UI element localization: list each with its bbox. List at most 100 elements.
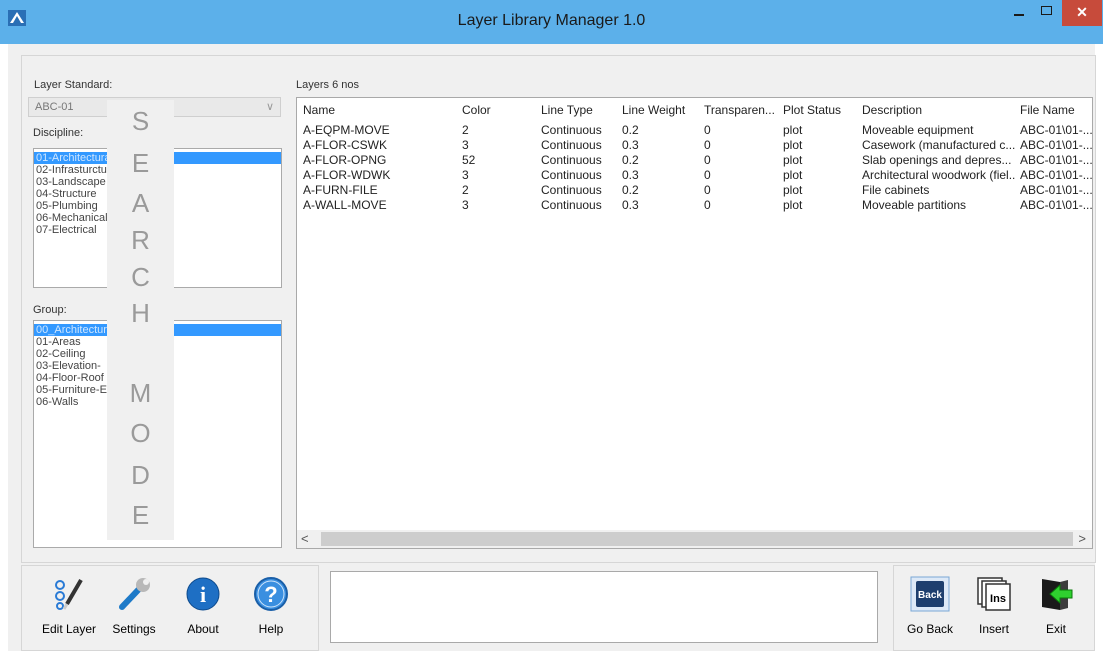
exit-button[interactable]: Exit [1030, 574, 1082, 644]
layers-table[interactable]: Name Color Line Type Line Weight Transpa… [296, 97, 1093, 549]
cell-name: A-WALL-MOVE [303, 198, 387, 212]
edit-layer-label: Edit Layer [41, 622, 97, 636]
go-back-button[interactable]: Back Go Back [904, 574, 956, 644]
scrollbar-thumb[interactable] [321, 532, 1073, 546]
column-header-transparency[interactable]: Transparen... [704, 103, 780, 117]
search-mode-letter: O [130, 418, 151, 448]
cell-name: A-FLOR-WDWK [303, 168, 391, 182]
chevron-down-icon: ∨ [265, 101, 274, 113]
maximize-button[interactable] [1034, 0, 1060, 22]
cell-line-type: Continuous [541, 138, 602, 152]
window-title: Layer Library Manager 1.0 [457, 12, 646, 29]
cell-transparency: 0 [704, 138, 711, 152]
minimize-icon [1014, 14, 1024, 16]
help-button[interactable]: ? Help [245, 574, 297, 644]
insert-button[interactable]: Ins Insert [968, 574, 1020, 644]
column-header-name[interactable]: Name [303, 103, 453, 117]
cell-color: 2 [462, 183, 469, 197]
cell-line-type: Continuous [541, 123, 602, 137]
cell-line-weight: 0.3 [622, 198, 639, 212]
search-mode-letter: S [131, 106, 150, 136]
cell-line-weight: 0.3 [622, 138, 639, 152]
cell-plot-status: plot [783, 183, 803, 197]
cell-line-weight: 0.2 [622, 153, 639, 167]
cell-line-weight: 0.2 [622, 123, 639, 137]
cell-transparency: 0 [704, 183, 711, 197]
cell-description: Moveable equipment [862, 123, 974, 137]
edit-layer-icon [55, 578, 83, 610]
about-label: About [187, 622, 219, 636]
help-icon: ? [254, 577, 288, 611]
column-header-file-name[interactable]: File Name [1020, 103, 1092, 117]
title-bar: Layer Library Manager 1.0 ✕ [0, 0, 1103, 44]
table-row[interactable]: A-FLOR-WDWK 3 Continuous 0.3 0 plot Architectu… [297, 168, 1093, 183]
close-icon: ✕ [1076, 4, 1088, 20]
message-box[interactable] [330, 571, 878, 643]
cell-transparency: 0 [704, 168, 711, 182]
table-row[interactable]: A-WALL-MOVE 3 Continuous 0.3 0 plot Moveable p… [297, 198, 1093, 213]
cell-name: A-FURN-FILE [303, 183, 378, 197]
info-icon: i [186, 577, 220, 611]
layers-count-heading: Layers 6 nos [296, 79, 359, 91]
table-row[interactable]: A-FURN-FILE 2 Continuous 0.2 0 plot File cabin… [297, 183, 1093, 198]
exit-label: Exit [1045, 622, 1066, 636]
cell-color: 3 [462, 168, 469, 182]
minimize-button[interactable] [1006, 0, 1032, 22]
cell-color: 52 [462, 153, 476, 167]
cell-plot-status: plot [783, 123, 803, 137]
table-row[interactable]: A-FLOR-CSWK 3 Continuous 0.3 0 plot Casework (… [297, 138, 1092, 153]
go-back-label: Go Back [906, 622, 954, 636]
scroll-right-icon[interactable]: > [1078, 531, 1086, 546]
cell-transparency: 0 [704, 123, 711, 137]
search-mode-letter: M [129, 378, 152, 408]
search-mode-letter: D [131, 460, 150, 490]
back-icon-text: Back [918, 590, 942, 601]
column-header-line-type[interactable]: Line Type [541, 103, 619, 117]
layer-standard-value: ABC-01 [35, 101, 74, 113]
cell-line-weight: 0.3 [622, 168, 639, 182]
settings-label: Settings [112, 622, 156, 636]
cell-line-weight: 0.2 [622, 183, 639, 197]
column-header-line-weight[interactable]: Line Weight [622, 103, 702, 117]
column-header-description[interactable]: Description [862, 103, 1016, 117]
cell-plot-status: plot [783, 138, 803, 152]
cell-plot-status: plot [783, 153, 803, 167]
search-mode-letter: E [131, 500, 150, 530]
table-header: Name Color Line Type Line Weight Transpa… [297, 98, 1092, 120]
cell-line-type: Continuous [541, 183, 602, 197]
discipline-label: Discipline: [33, 127, 84, 139]
search-mode-letter: E [131, 148, 150, 178]
cell-file-name: ABC-01\01-... [1020, 168, 1093, 182]
edit-layer-button[interactable]: Edit Layer [42, 574, 96, 644]
cell-transparency: 0 [704, 198, 711, 212]
column-header-plot-status[interactable]: Plot Status [783, 103, 859, 117]
horizontal-scrollbar[interactable]: < > [297, 530, 1092, 548]
cell-color: 3 [462, 138, 469, 152]
maximize-icon [1041, 6, 1052, 15]
cell-file-name: ABC-01\01-... [1020, 153, 1093, 167]
about-button[interactable]: i About [177, 574, 229, 644]
table-row[interactable]: A-EQPM-MOVE 2 Continuous 0.2 0 plot Moveable e… [297, 123, 1093, 138]
help-glyph: ? [264, 582, 277, 607]
column-header-color[interactable]: Color [462, 103, 537, 117]
search-mode-letter: H [131, 298, 150, 328]
search-mode-letter: C [131, 262, 150, 292]
scroll-left-icon[interactable]: < [301, 531, 309, 546]
search-mode-letter: A [131, 188, 150, 218]
settings-button[interactable]: Settings [108, 574, 160, 644]
cell-file-name: ABC-01\01-... [1020, 198, 1093, 212]
help-label: Help [258, 622, 284, 636]
cell-description: Moveable partitions [862, 198, 967, 212]
cell-description: Slab openings and depres... [862, 153, 1012, 167]
cell-file-name: ABC-01\01-... [1020, 183, 1093, 197]
cell-file-name: ABC-01\01-... [1020, 123, 1093, 137]
cell-name: A-FLOR-OPNG [303, 153, 387, 167]
cell-description: File cabinets [862, 183, 930, 197]
group-label: Group: [33, 304, 67, 316]
insert-icon: Ins [977, 577, 1011, 611]
cell-line-type: Continuous [541, 153, 602, 167]
table-row[interactable]: A-FLOR-OPNG 52 Continuous 0.2 0 plot Slab open… [297, 153, 1093, 168]
close-button[interactable]: ✕ [1062, 0, 1102, 26]
wrench-icon [119, 578, 150, 610]
ins-icon-text: Ins [990, 593, 1006, 605]
